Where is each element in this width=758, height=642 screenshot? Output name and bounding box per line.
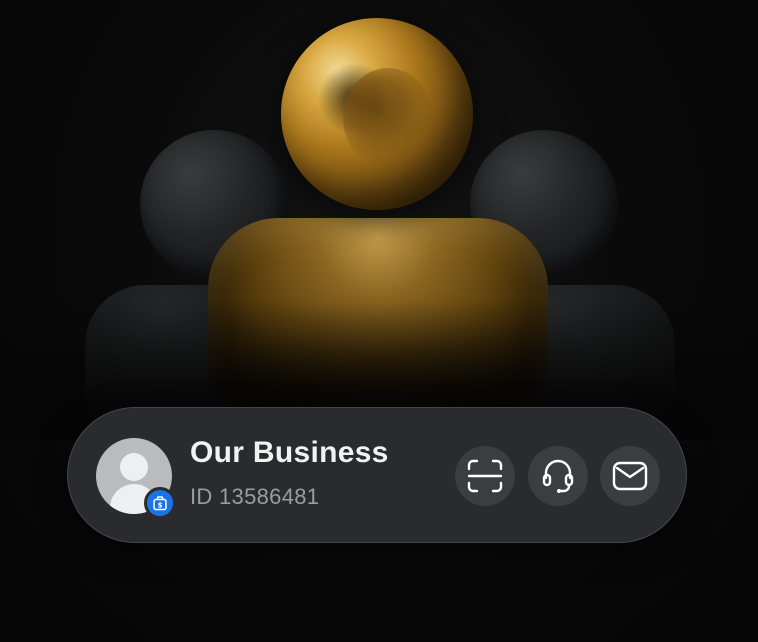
profile-id: ID 13586481 [190,484,320,509]
profile-name: Our Business [190,436,389,469]
envelope-icon [612,461,648,491]
screen: $ Our Business ID 13586481 [0,0,758,642]
svg-text:$: $ [158,502,163,510]
support-button[interactable] [528,446,588,506]
business-profile-card[interactable]: $ Our Business ID 13586481 [67,407,687,543]
scan-qr-icon [467,459,503,493]
business-briefcase-icon: $ [144,487,176,519]
people-illustration [0,0,758,440]
center-person-head [281,18,473,210]
headset-support-icon [541,458,575,494]
scan-button[interactable] [455,446,515,506]
messages-button[interactable] [600,446,660,506]
